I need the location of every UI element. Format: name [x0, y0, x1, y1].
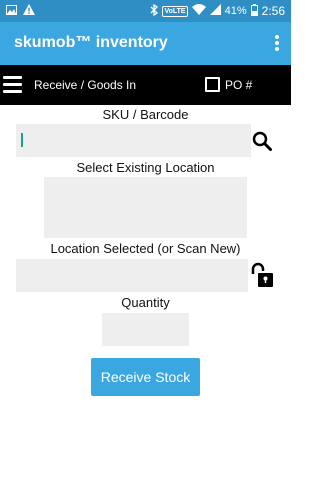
app-bar: skumob™ inventory — [0, 22, 291, 65]
text-cursor — [21, 133, 23, 147]
image-icon — [6, 4, 17, 18]
section-title: Receive / Goods In — [34, 78, 137, 92]
sku-input[interactable] — [16, 124, 251, 157]
location-selected-label: Location Selected (or Scan New) — [50, 241, 241, 256]
location-selected-input[interactable] — [16, 259, 248, 292]
location-label: Select Existing Location — [76, 160, 215, 175]
signal-icon — [209, 4, 221, 18]
app-title: skumob™ inventory — [14, 34, 168, 51]
receive-stock-button[interactable]: Receive Stock — [91, 358, 200, 396]
unlock-icon[interactable] — [250, 262, 274, 288]
warning-icon — [23, 4, 35, 18]
status-bar: VoLTE 41% 2:56 — [0, 0, 291, 22]
bluetooth-icon — [150, 3, 159, 19]
po-label: PO # — [225, 78, 253, 92]
po-checkbox[interactable] — [205, 77, 220, 92]
wifi-icon — [191, 4, 206, 18]
quantity-label: Quantity — [121, 295, 170, 310]
battery-percent: 41% — [224, 5, 247, 17]
section-toolbar: Receive / Goods In PO # — [0, 65, 291, 105]
battery-icon — [250, 3, 258, 19]
location-list[interactable] — [44, 177, 247, 238]
search-icon[interactable] — [252, 131, 272, 151]
sku-label: SKU / Barcode — [102, 107, 189, 122]
quantity-input[interactable] — [102, 313, 189, 346]
hamburger-menu-icon[interactable] — [3, 76, 22, 93]
volte-badge: VoLTE — [162, 5, 188, 17]
clock: 2:56 — [261, 4, 285, 18]
overflow-menu-icon[interactable] — [275, 35, 279, 51]
